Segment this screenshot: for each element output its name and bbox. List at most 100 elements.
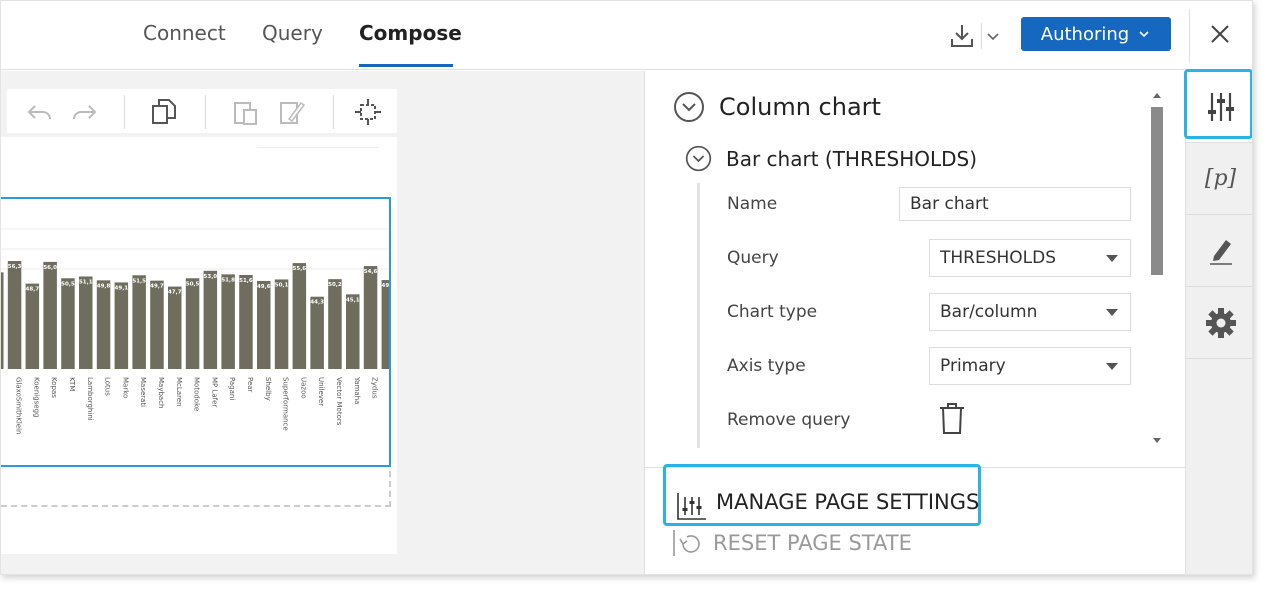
- subsection-title: Bar chart (THRESHOLDS): [726, 146, 978, 171]
- axis-type-select-value: Primary: [940, 356, 1006, 376]
- chart-value-label: 48,7: [26, 287, 40, 293]
- chart-category-label: Lotus: [104, 377, 112, 396]
- redo-icon[interactable]: [69, 97, 99, 127]
- canvas-area: 556,3GlaxoSmithKlein48,7Koenigsegg56,0Ko…: [1, 71, 644, 574]
- rail-parameters[interactable]: [p]: [1186, 143, 1252, 215]
- chart-value-label: 51,6: [239, 278, 253, 284]
- chart-type-label: Chart type: [727, 302, 818, 322]
- paste-icon[interactable]: [231, 97, 261, 127]
- chart-bar[interactable]: [132, 275, 146, 369]
- manage-page-settings-label: MANAGE PAGE SETTINGS: [716, 490, 980, 514]
- chart-category-label: KTM: [68, 377, 76, 391]
- collapse-icon[interactable]: [685, 145, 712, 172]
- chart-category-label: Sample total: [388, 377, 391, 422]
- chart-value-label: 47,7: [168, 290, 182, 296]
- chart-bar[interactable]: [310, 296, 324, 369]
- scroll-up-arrow[interactable]: [1153, 93, 1161, 98]
- caret-down-icon: [1106, 363, 1118, 370]
- toolbar-divider: [333, 95, 334, 129]
- reset-icon: [673, 530, 700, 556]
- chart-bar[interactable]: [61, 278, 75, 369]
- sliders-icon: [677, 493, 706, 520]
- chart-bar[interactable]: [346, 294, 360, 369]
- chart-bar[interactable]: [363, 266, 378, 369]
- caret-down-icon: [1106, 255, 1118, 262]
- query-label: Query: [727, 248, 779, 268]
- chart-value-label: 49,8: [97, 283, 111, 289]
- chart-bar[interactable]: [274, 279, 289, 369]
- download-button[interactable]: [947, 21, 1001, 51]
- chart-category-label: MP Lafer: [210, 377, 218, 407]
- scroll-thumb[interactable]: [1151, 107, 1163, 275]
- select-frame-icon[interactable]: [353, 97, 383, 127]
- chart-value-label: 50,5: [186, 281, 200, 287]
- chart-value-label: 50,2: [328, 282, 342, 288]
- chart-value-label: 45,1: [346, 297, 360, 303]
- chart-value-label: 49,6: [257, 284, 271, 290]
- chart-bar[interactable]: [25, 283, 40, 369]
- chart-bar[interactable]: [381, 280, 391, 369]
- gear-icon: [1205, 307, 1236, 338]
- page-header-line: [257, 147, 379, 148]
- chart-bar[interactable]: [185, 278, 200, 369]
- copy-icon[interactable]: [149, 97, 179, 127]
- report-page: 556,3GlaxoSmithKlein48,7Koenigsegg56,0Ko…: [1, 137, 397, 554]
- chart-type-select-value: Bar/column: [940, 302, 1038, 322]
- tab-connect[interactable]: Connect: [143, 21, 226, 45]
- chart-bar[interactable]: [114, 282, 129, 369]
- properties-panel: Column chart Bar chart (THRESHOLDS) Name…: [644, 71, 1186, 574]
- paste-format-icon[interactable]: [277, 97, 307, 127]
- section-header[interactable]: Column chart: [673, 91, 881, 123]
- edit-toolbar: [7, 89, 397, 133]
- collapse-icon[interactable]: [673, 91, 705, 123]
- reset-page-state-button[interactable]: RESET PAGE STATE: [671, 527, 912, 559]
- tab-compose[interactable]: Compose: [359, 21, 462, 45]
- chart-category-label: Kopas: [50, 377, 58, 398]
- chart-value-label: 51,1: [79, 279, 93, 285]
- chart-bar[interactable]: [257, 280, 271, 369]
- query-select[interactable]: THRESHOLDS: [929, 239, 1131, 277]
- chart-bar[interactable]: [79, 276, 93, 369]
- chart-bar[interactable]: [203, 270, 218, 369]
- close-icon[interactable]: [1205, 19, 1235, 49]
- rail-style[interactable]: [1186, 215, 1252, 287]
- chart-bar[interactable]: [7, 261, 22, 369]
- chart-category-label: Koenigsegg: [32, 377, 40, 418]
- chart-bar[interactable]: [96, 280, 111, 369]
- chart-bar[interactable]: [0, 272, 4, 369]
- chart-bar[interactable]: [43, 261, 57, 369]
- rail-settings[interactable]: [1186, 287, 1252, 359]
- section-title: Column chart: [719, 93, 881, 121]
- selected-bar-chart[interactable]: 556,3GlaxoSmithKlein48,7Koenigsegg56,0Ko…: [0, 197, 391, 467]
- scroll-down-arrow[interactable]: [1153, 438, 1161, 443]
- chart-type-select[interactable]: Bar/column: [929, 293, 1131, 331]
- chevron-down-icon: [1139, 31, 1149, 38]
- chart-value-label: 56,3: [8, 264, 22, 270]
- chart-bar[interactable]: [168, 286, 182, 369]
- name-input[interactable]: [899, 187, 1131, 221]
- subsection-header[interactable]: Bar chart (THRESHOLDS): [685, 145, 977, 172]
- chart-bar[interactable]: [239, 274, 253, 369]
- page-boundary-bottom: [1, 505, 391, 507]
- authoring-label: Authoring: [1040, 23, 1130, 45]
- axis-type-select[interactable]: Primary: [929, 347, 1131, 385]
- manage-page-settings-button[interactable]: MANAGE PAGE SETTINGS: [663, 464, 981, 526]
- query-select-value: THRESHOLDS: [940, 248, 1057, 268]
- trash-icon[interactable]: [937, 401, 967, 435]
- panel-scrollbar[interactable]: [1150, 91, 1164, 445]
- chart-value-label: 51,5: [132, 278, 146, 284]
- chart-category-label: Maserati: [139, 377, 147, 407]
- chart-value-label: 51,8: [221, 277, 235, 283]
- chart-bar[interactable]: [328, 279, 342, 369]
- chart-bar[interactable]: [221, 274, 235, 369]
- chart-category-label: Superformance: [282, 377, 290, 431]
- chart-category-label: Maybach: [157, 377, 165, 409]
- chart-bar[interactable]: [292, 263, 307, 369]
- app-window: Connect Query Compose Authoring 56,3 Gla…: [0, 0, 1253, 575]
- chart-category-label: Uazoo: [299, 377, 307, 399]
- chart-bar[interactable]: [150, 280, 164, 369]
- tab-query[interactable]: Query: [262, 21, 323, 45]
- authoring-button[interactable]: Authoring: [1021, 17, 1171, 51]
- rail-page-settings[interactable]: [1184, 69, 1252, 143]
- undo-icon[interactable]: [25, 97, 55, 127]
